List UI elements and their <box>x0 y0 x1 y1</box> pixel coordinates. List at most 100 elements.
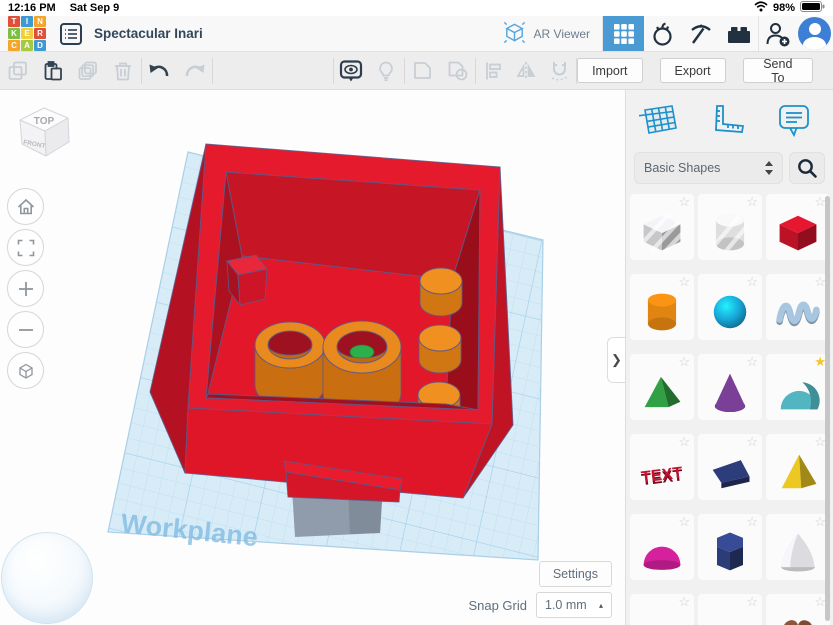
collaborate-button[interactable] <box>759 16 797 51</box>
shape-tile-sphere[interactable]: ☆ <box>698 274 762 340</box>
undo-button[interactable] <box>142 53 177 89</box>
model-red-box[interactable] <box>149 143 514 503</box>
duplicate-button[interactable] <box>70 53 105 89</box>
panel-scrollbar[interactable] <box>825 196 830 621</box>
shape-tile-paraboloid[interactable]: ☆ <box>766 514 830 580</box>
shape-tile-polygon[interactable]: ☆ <box>698 434 762 500</box>
shape-tile-cylinder[interactable]: ☆ <box>630 274 694 340</box>
favorite-star-icon[interactable]: ☆ <box>678 595 690 609</box>
favorite-star-icon[interactable]: ☆ <box>678 195 690 209</box>
export-button[interactable]: Export <box>659 58 726 83</box>
shape-tile-hexagonal-prism[interactable]: ☆ <box>698 514 762 580</box>
workarea: Workplane TOP FRONT ❯ Settings Snap Grid… <box>0 90 833 625</box>
favorite-star-icon[interactable]: ☆ <box>678 355 690 369</box>
wifi-icon <box>754 1 768 15</box>
light-button[interactable] <box>369 53 404 89</box>
search-shapes-button[interactable] <box>789 152 825 184</box>
view-cube[interactable]: TOP FRONT <box>14 96 76 167</box>
logo-tile-d: D <box>34 40 46 51</box>
view-3d-button[interactable] <box>603 16 644 51</box>
shape-tile-roof[interactable]: ☆ <box>630 354 694 420</box>
zoom-in-button[interactable] <box>7 270 44 307</box>
view-cube-top-label: TOP <box>34 116 55 127</box>
settings-button[interactable]: Settings <box>538 561 612 587</box>
home-view-button[interactable] <box>7 188 44 225</box>
shape-category-dropdown[interactable]: Basic Shapes <box>634 152 783 184</box>
box-shape-icon <box>779 215 817 251</box>
tinkercad-app: 12:16 PM Sat Sep 9 98% TIN KER CAD Spectac… <box>0 0 833 625</box>
delete-button[interactable] <box>106 53 141 89</box>
panel-collapse-handle[interactable]: ❯ <box>607 337 625 383</box>
ar-viewer-button[interactable]: AR Viewer <box>490 20 602 48</box>
shape-tile-pyramid[interactable]: ☆ <box>766 434 830 500</box>
group-button[interactable] <box>405 53 440 89</box>
3d-viewport[interactable]: Workplane <box>0 90 625 625</box>
date: Sat Sep 9 <box>69 2 120 14</box>
ruler-tool-button[interactable] <box>706 102 748 140</box>
send-to-button[interactable]: Send To <box>742 57 813 85</box>
shape-tile-half-sphere[interactable]: ☆ <box>630 514 694 580</box>
app-header: TIN KER CAD Spectacular Inari AR Viewer <box>0 16 833 52</box>
shape-tile-scribble[interactable]: ☆ <box>766 274 830 340</box>
import-button[interactable]: Import <box>577 58 643 83</box>
ungroup-button[interactable] <box>440 53 475 89</box>
notes-tool-button[interactable] <box>773 102 815 140</box>
clock: 12:16 PM <box>8 2 56 14</box>
snap-grid-label: Snap Grid <box>468 598 527 613</box>
favorite-star-icon[interactable]: ☆ <box>746 595 758 609</box>
shape-category-value: Basic Shapes <box>644 161 721 175</box>
favorite-star-icon[interactable]: ☆ <box>746 195 758 209</box>
sphere-shape-icon <box>713 295 747 329</box>
user-avatar[interactable] <box>798 17 831 50</box>
shape-gallery: ☆ ☆ ☆ ☆ ☆ ☆ ☆ ☆ ★ ☆ TEXT TEXT ☆ ☆ ☆ ☆ ☆ ☆ ☆ ☆ <box>630 194 833 625</box>
roof-shape-icon <box>644 376 681 408</box>
shape-tile-text[interactable]: ☆ TEXT TEXT <box>630 434 694 500</box>
shape-tile-box-transparent[interactable]: ☆ <box>630 194 694 260</box>
favorite-star-icon[interactable]: ☆ <box>746 275 758 289</box>
divider <box>212 57 214 84</box>
polygon-shape-icon <box>712 460 750 489</box>
logo-tile-n: N <box>34 16 46 27</box>
ar-viewer-label: AR Viewer <box>533 26 590 41</box>
tinkercad-logo[interactable]: TIN KER CAD <box>8 16 46 51</box>
box-transparent-shape-icon <box>640 213 685 256</box>
perspective-toggle-button[interactable] <box>7 352 44 389</box>
sim-lab-button[interactable] <box>644 16 682 51</box>
orbit-control-ball[interactable] <box>1 532 93 624</box>
design-menu-button[interactable] <box>60 22 82 45</box>
favorite-star-icon[interactable]: ☆ <box>746 435 758 449</box>
battery-icon <box>800 1 825 15</box>
favorite-star-icon[interactable]: ☆ <box>746 515 758 529</box>
workplane-tool-button[interactable] <box>638 102 680 140</box>
zoom-out-button[interactable] <box>7 311 44 348</box>
favorite-star-icon[interactable]: ☆ <box>678 275 690 289</box>
redo-button[interactable] <box>177 53 212 89</box>
shape-tile-cone[interactable]: ☆ <box>698 354 762 420</box>
favorite-star-icon[interactable]: ☆ <box>746 355 758 369</box>
favorite-star-icon[interactable]: ☆ <box>678 515 690 529</box>
mirror-button[interactable] <box>510 53 543 89</box>
logo-tile-e: E <box>21 28 33 39</box>
snap-grid-value: 1.0 mm <box>545 598 587 612</box>
half-sphere-shape-icon <box>643 546 681 570</box>
snap-button[interactable] <box>543 53 576 89</box>
copy-button[interactable] <box>0 53 35 89</box>
battery-percent: 98% <box>772 2 795 14</box>
shape-tile-torus[interactable]: ☆ <box>630 594 694 625</box>
paste-button[interactable] <box>35 53 70 89</box>
blocks-pickaxe-button[interactable] <box>682 16 720 51</box>
show-all-button[interactable] <box>334 53 369 89</box>
fit-view-button[interactable] <box>7 229 44 266</box>
shape-tile-heart[interactable]: ☆ <box>766 594 830 625</box>
shape-tile-round-roof[interactable]: ★ <box>766 354 830 420</box>
bricks-button[interactable] <box>720 16 758 51</box>
snap-grid-dropdown[interactable]: 1.0 mm ▴ <box>536 592 612 618</box>
shape-tile-cylinder-transparent[interactable]: ☆ <box>698 194 762 260</box>
align-button[interactable] <box>476 53 509 89</box>
cone-shape-icon <box>714 373 746 413</box>
shape-tile-box[interactable]: ☆ <box>766 194 830 260</box>
cylinder-transparent-shape-icon <box>713 213 749 253</box>
ar-cube-icon <box>502 20 527 48</box>
shape-tile-tube[interactable]: ☆ <box>698 594 762 625</box>
favorite-star-icon[interactable]: ☆ <box>678 435 690 449</box>
